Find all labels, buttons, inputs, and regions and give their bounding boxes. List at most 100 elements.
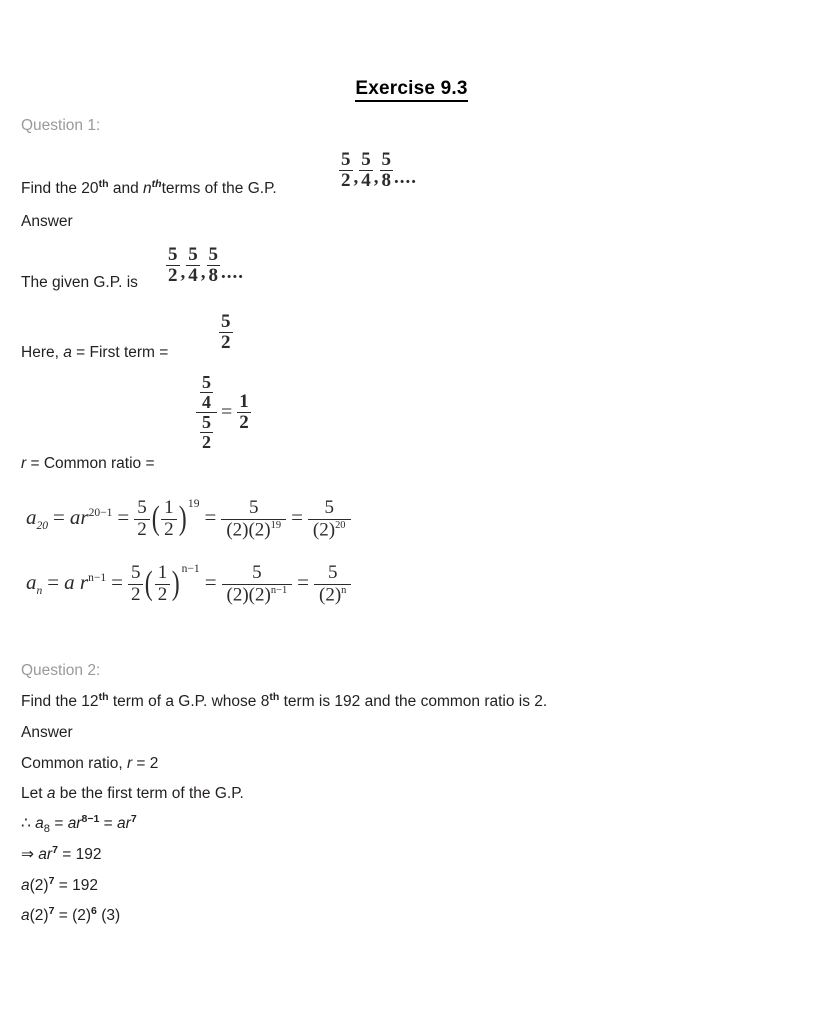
first-term-var-a: a xyxy=(63,344,72,361)
an-coefficient-fraction: 52 xyxy=(127,563,144,605)
let-a-prefix: Let xyxy=(21,785,47,802)
a20-inner-denominator: 2 xyxy=(164,518,174,540)
given-sequence-term-3: 5 8 xyxy=(206,245,220,286)
an-result1-den-exponent: n−1 xyxy=(270,584,288,596)
complex-denominator-fraction: 5 2 xyxy=(200,411,213,452)
a8-equals-2: = xyxy=(99,815,118,832)
given-sequence-term-1-numerator: 5 xyxy=(166,244,180,266)
a20-result1-den-exponent: 19 xyxy=(270,519,282,531)
an-coefficient-denominator: 2 xyxy=(130,583,141,605)
sequence-term-2-denominator: 4 xyxy=(361,169,371,191)
question-2-prompt: Find the 12th term of a G.P. whose 8th t… xyxy=(21,690,548,712)
a2-7-result: = 192 xyxy=(54,877,98,894)
common-ratio-complex-fraction: 5 4 5 2 xyxy=(196,373,217,452)
a20-coefficient-fraction: 52 xyxy=(134,498,150,540)
given-sequence-separator-1: , xyxy=(180,261,186,283)
question-1-step-first-term: Here, a = First term = xyxy=(21,344,168,363)
complex-numerator-den: 4 xyxy=(202,391,211,412)
sequence-term-3-numerator: 5 xyxy=(379,149,393,171)
given-sequence-term-2-denominator: 4 xyxy=(188,264,198,286)
a20-result2-denominator: (2)20 xyxy=(308,519,351,541)
question-2-prompt-part1: Find the 12 xyxy=(21,693,99,710)
a20-result2-fraction: 5 (2)20 xyxy=(307,497,351,541)
document-page: Exercise 9.3 Question 1: Find the 20th a… xyxy=(0,0,823,1032)
an-inner-numerator: 1 xyxy=(154,563,171,585)
an-lhs-subscript: n xyxy=(36,585,43,598)
a8-var-a: a xyxy=(35,815,44,832)
a20-result1-fraction: 5 (2)(2)19 xyxy=(221,497,287,541)
given-sequence-term-3-denominator: 8 xyxy=(208,264,219,286)
question-1-prompt-sup-th-2: th xyxy=(151,177,162,190)
page-title: Exercise 9.3 xyxy=(0,78,823,102)
a8-prefix-therefore: ∴ xyxy=(21,815,36,832)
given-sequence-trailing-dots: .... xyxy=(221,261,244,283)
question-1-label: Question 1: xyxy=(21,117,101,134)
sequence-separator-2: , xyxy=(373,166,379,188)
question-1-prompt-suffix: terms of the G.P. xyxy=(161,180,277,197)
a20-ar-base: ar xyxy=(69,505,89,529)
common-ratio-value-graphic: 5 4 5 2 = 1 2 xyxy=(196,373,252,452)
question-1-prompt-mid: and xyxy=(108,180,143,197)
an-result2-fraction: 5 (2)n xyxy=(314,562,352,606)
a8-equals-1: = xyxy=(50,815,68,832)
a2-7b-tail: (3) xyxy=(96,907,121,924)
question-2-label: Question 2: xyxy=(21,662,101,679)
question-1-prompt-sup-th: th xyxy=(98,177,109,190)
a20-result2-numerator: 5 xyxy=(307,497,351,520)
common-ratio-equals-sign: = xyxy=(221,400,233,423)
complex-denominator-den: 2 xyxy=(202,431,211,452)
an-right-paren: ) xyxy=(171,565,180,603)
question-2-prompt-part3: term is 192 and the common ratio is 2. xyxy=(279,693,548,710)
an-ar-exponent: n−1 xyxy=(88,572,107,584)
sequence-separator-1: , xyxy=(353,166,359,188)
complex-fraction-numerator: 5 4 xyxy=(196,373,217,413)
question-2-prompt-part2: term of a G.P. whose 8 xyxy=(108,693,270,710)
an-result2-denominator: (2)n xyxy=(314,583,351,606)
a20-result1-denominator: (2)(2)19 xyxy=(221,519,286,541)
ar7-prefix-implies: ⇒ xyxy=(21,846,39,863)
common-ratio-suffix: = Common ratio = xyxy=(26,455,155,472)
a8-ar-term-2: ar xyxy=(117,815,131,832)
equation-a20: a20 = ar20−1 = 5 2(1 2) 19= 5 (2)(2)19 = 5 (2)20 xyxy=(26,497,351,541)
common-ratio-line-prefix: Common ratio, xyxy=(21,755,127,772)
given-sequence-term-2-numerator: 5 xyxy=(186,244,200,266)
an-result2-den-base: (2) xyxy=(319,583,342,605)
question-2-line-a2-7-equals-192: a(2)7 = 192 xyxy=(21,876,98,896)
a20-ar-exponent: 20−1 xyxy=(88,507,113,519)
question-1-prompt-var-n: n xyxy=(143,180,152,197)
let-a-post: be the first term of the G.P. xyxy=(55,785,244,802)
first-term-fraction: 5 2 xyxy=(219,312,233,353)
question-1-given-sequence-graphic: 5 2 , 5 4 , 5 8 .... xyxy=(165,245,244,286)
first-term-numerator: 5 xyxy=(219,311,233,333)
complex-denominator-num: 5 xyxy=(200,411,213,433)
sequence-term-1-denominator: 2 xyxy=(341,169,351,191)
first-term-denominator: 2 xyxy=(221,331,231,353)
an-parenthesized-power: (1 2) n−1 xyxy=(143,563,200,605)
common-ratio-result-numerator: 1 xyxy=(237,390,251,413)
a2-7-var: a xyxy=(21,877,30,894)
equation-an: an = a rn−1 = 5 2(1 2) n−1= 5 (2)(2)n−1 = 5 (2)n xyxy=(26,562,352,606)
an-result2-den-exponent: n xyxy=(341,584,347,596)
sequence-term-2-numerator: 5 xyxy=(359,149,373,171)
question-1-answer-label: Answer xyxy=(21,213,73,230)
given-sequence-separator-2: , xyxy=(200,261,206,283)
a20-left-paren: ( xyxy=(151,500,160,538)
common-ratio-result-fraction: 1 2 xyxy=(237,390,251,433)
sequence-term-3-denominator: 8 xyxy=(381,169,392,191)
first-term-value-fraction: 5 2 xyxy=(218,312,234,353)
complex-numerator-num: 5 xyxy=(200,372,213,393)
an-coefficient-numerator: 5 xyxy=(127,563,144,585)
a2-7b-mid: = (2) xyxy=(54,907,92,924)
sequence-trailing-dots: .... xyxy=(394,166,417,188)
an-result2-numerator: 5 xyxy=(314,562,352,585)
question-1-step-given-gp: The given G.P. is xyxy=(21,274,138,291)
question-2-line-a2-7-equals-2-6-3: a(2)7 = (2)6 (3) xyxy=(21,906,121,926)
question-1-prompt-prefix: Find the 20 xyxy=(21,180,99,197)
question-2-answer-label: Answer xyxy=(21,724,73,741)
question-2-prompt-sup-th-2: th xyxy=(269,690,280,703)
question-2-line-let-a: Let a be the first term of the G.P. xyxy=(21,785,244,804)
first-term-prefix: Here, xyxy=(21,344,64,361)
question-2-line-common-ratio: Common ratio, r = 2 xyxy=(21,755,158,774)
a20-outer-exponent: 19 xyxy=(187,498,200,511)
a20-coefficient-numerator: 5 xyxy=(134,498,150,520)
